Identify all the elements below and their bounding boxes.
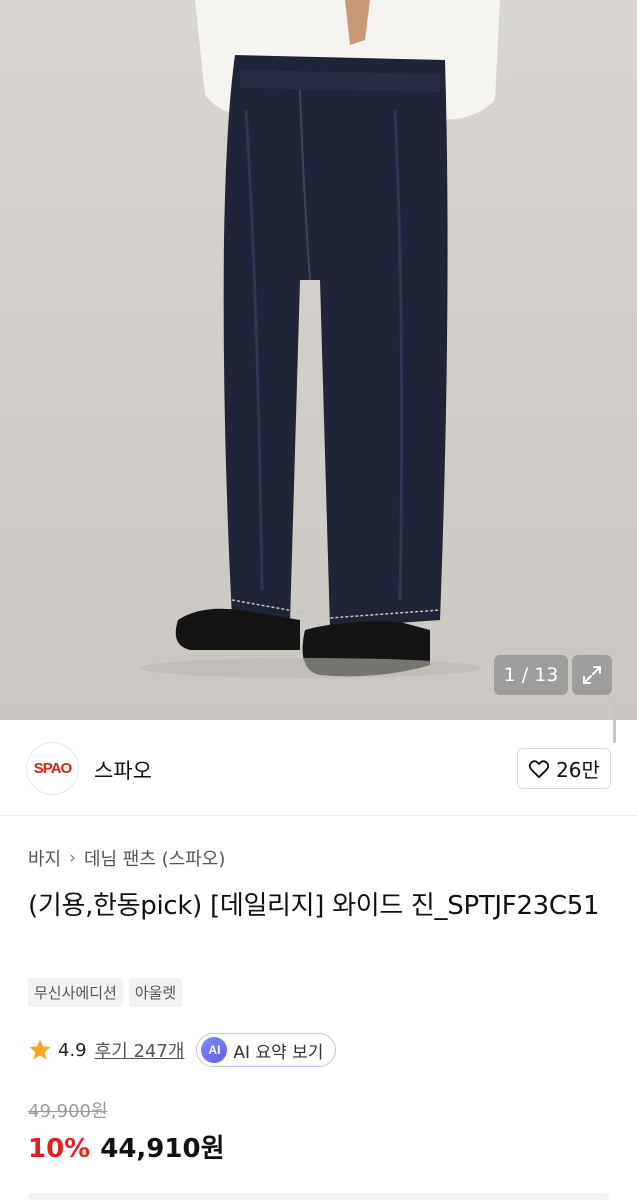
like-button[interactable]: 26만 bbox=[517, 748, 611, 789]
original-price: 49,900원 bbox=[28, 1101, 108, 1122]
chevron-right-icon: › bbox=[69, 848, 76, 868]
tag-outlet[interactable]: 아울렛 bbox=[128, 978, 183, 1007]
ai-summary-label: AI 요약 보기 bbox=[233, 1042, 324, 1063]
image-counter: 1 / 13 bbox=[494, 655, 568, 695]
section-divider bbox=[28, 1193, 609, 1200]
breadcrumb-item-category[interactable]: 바지 bbox=[28, 845, 61, 871]
product-title: (기용,한동pick) [데일리지] 와이드 진_SPTJF23C51 bbox=[28, 891, 600, 921]
rating-row: 4.9 후기 247개 AI AI 요약 보기 bbox=[28, 1033, 337, 1067]
breadcrumb-item-subcategory[interactable]: 데님 팬츠 (스파오) bbox=[84, 845, 225, 871]
rating-score: 4.9 bbox=[58, 1039, 87, 1061]
like-count: 26만 bbox=[556, 758, 600, 782]
product-tags: 무신사에디션 아울렛 bbox=[28, 978, 183, 1007]
breadcrumb: 바지 › 데님 팬츠 (스파오) bbox=[28, 845, 225, 871]
expand-button[interactable] bbox=[572, 655, 612, 695]
ai-icon: AI bbox=[201, 1037, 228, 1063]
star-icon bbox=[29, 1039, 51, 1060]
tag-musinsa-edition[interactable]: 무신사에디션 bbox=[28, 978, 123, 1007]
discount-rate: 10% bbox=[28, 1134, 91, 1164]
price-row: 10% 44,910원 bbox=[28, 1128, 225, 1165]
product-image-gallery[interactable]: 1 / 13 bbox=[0, 0, 637, 720]
brand-name[interactable]: 스파오 bbox=[94, 755, 152, 785]
ai-summary-button[interactable]: AI AI 요약 보기 bbox=[196, 1033, 337, 1067]
review-count-link[interactable]: 후기 247개 bbox=[95, 1037, 185, 1063]
sale-price: 44,910원 bbox=[100, 1134, 225, 1164]
brand-logo-text: SPAO bbox=[33, 760, 72, 777]
product-photo bbox=[140, 0, 500, 678]
expand-icon bbox=[583, 666, 601, 684]
heart-icon bbox=[528, 759, 550, 778]
brand-logo[interactable]: SPAO bbox=[26, 742, 79, 795]
